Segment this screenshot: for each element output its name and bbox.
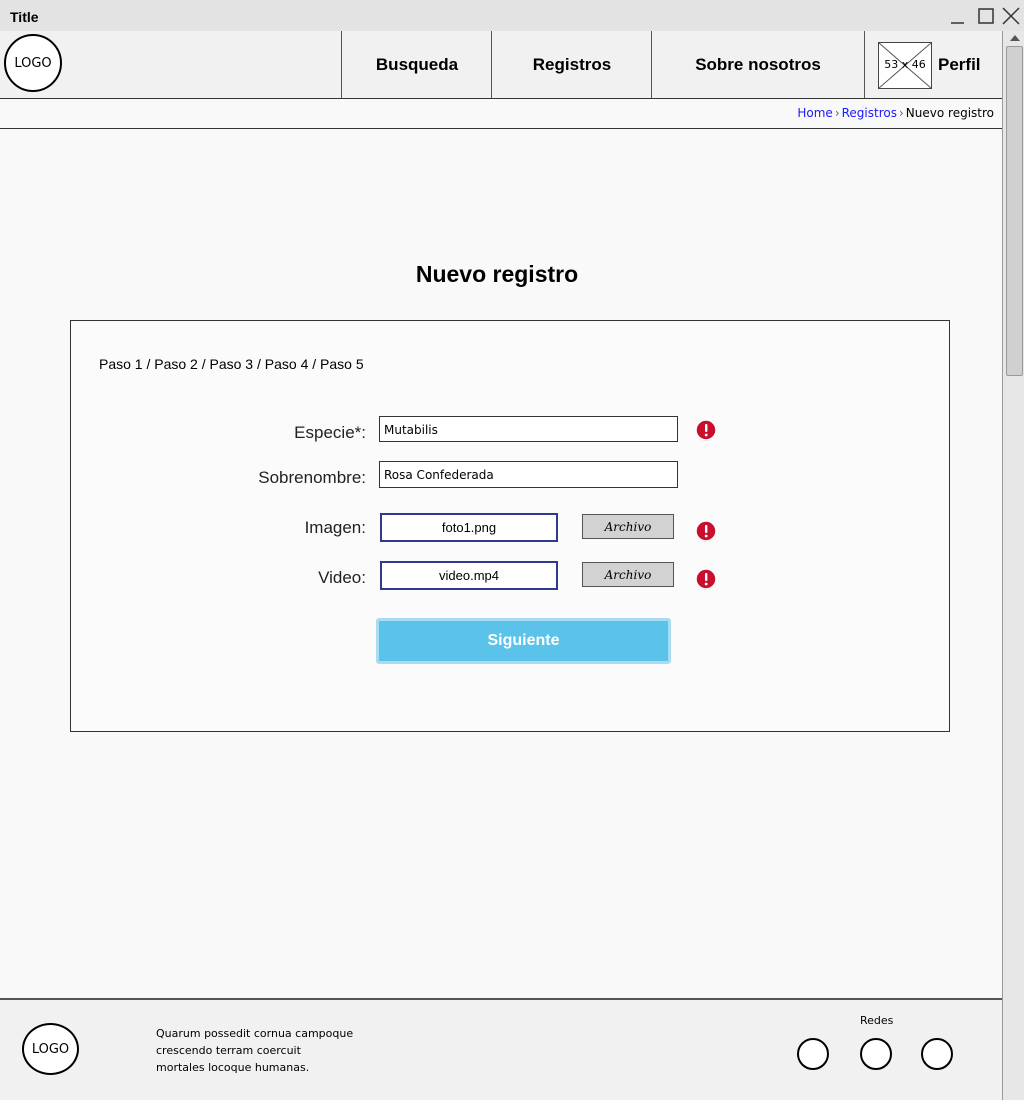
video-archivo-button[interactable]: Archivo bbox=[582, 562, 674, 587]
breadcrumb: Home › Registros › Nuevo registro bbox=[797, 106, 994, 120]
especie-label: Especie*: bbox=[294, 423, 366, 442]
nav-sobre-nosotros[interactable]: Sobre nosotros bbox=[651, 31, 865, 98]
error-icon bbox=[695, 419, 717, 441]
video-file-field[interactable]: video.mp4 bbox=[380, 561, 558, 590]
social-heading: Redes bbox=[860, 1014, 894, 1027]
site-footer bbox=[0, 998, 1002, 1100]
nav-busqueda[interactable]: Busqueda bbox=[341, 31, 492, 98]
minimize-icon[interactable] bbox=[948, 6, 968, 26]
imagen-archivo-label: Archivo bbox=[604, 519, 652, 534]
nav-busqueda-label: Busqueda bbox=[375, 54, 459, 74]
error-icon bbox=[695, 520, 717, 542]
video-label: Video: bbox=[318, 568, 366, 587]
footer-description: Quarum possedit cornua campoque crescend… bbox=[156, 1025, 376, 1076]
profile-image-size-text: 53 x 46 bbox=[884, 58, 926, 71]
nav-sobre-nosotros-label: Sobre nosotros bbox=[695, 54, 821, 74]
profile-image-placeholder: 53 x 46 bbox=[878, 42, 932, 89]
breadcrumb-registros[interactable]: Registros bbox=[842, 106, 897, 120]
sobrenombre-label: Sobrenombre: bbox=[258, 468, 366, 487]
nav-registros-label: Registros bbox=[532, 54, 612, 74]
scrollbar-thumb[interactable] bbox=[1006, 46, 1023, 376]
imagen-archivo-button[interactable]: Archivo bbox=[582, 514, 674, 539]
header-logo[interactable]: LOGO bbox=[4, 34, 62, 92]
header-logo-text: LOGO bbox=[14, 55, 52, 71]
imagen-file-field[interactable]: foto1.png bbox=[380, 513, 558, 542]
footer-logo[interactable]: LOGO bbox=[22, 1023, 79, 1075]
social-icon[interactable] bbox=[921, 1038, 953, 1070]
footer-text-line: Quarum possedit cornua campoque bbox=[156, 1027, 354, 1040]
nav-registros[interactable]: Registros bbox=[491, 31, 652, 98]
breadcrumb-home[interactable]: Home bbox=[797, 106, 832, 120]
step-indicator: Paso 1 / Paso 2 / Paso 3 / Paso 4 / Paso… bbox=[99, 356, 364, 372]
social-icon[interactable] bbox=[860, 1038, 892, 1070]
footer-text-line: crescendo terram coercuit bbox=[156, 1044, 301, 1057]
window-title: Title bbox=[10, 9, 39, 25]
breadcrumb-separator-icon: › bbox=[834, 106, 840, 120]
sobrenombre-field[interactable]: Rosa Confederada bbox=[379, 461, 678, 488]
footer-logo-text: LOGO bbox=[31, 1041, 70, 1057]
breadcrumb-separator-icon: › bbox=[898, 106, 904, 120]
footer-text-line: mortales locoque humanas. bbox=[156, 1061, 310, 1074]
especie-field[interactable]: Mutabilis bbox=[379, 416, 678, 442]
scroll-up-icon[interactable] bbox=[1008, 33, 1022, 43]
error-icon bbox=[695, 568, 717, 590]
video-archivo-label: Archivo bbox=[604, 567, 652, 582]
breadcrumb-bar: Home › Registros › Nuevo registro bbox=[0, 99, 1002, 129]
window-title-bar: Title bbox=[0, 0, 1024, 32]
profile-label: Perfil bbox=[938, 55, 981, 74]
social-icon[interactable] bbox=[797, 1038, 829, 1070]
close-icon[interactable] bbox=[1001, 6, 1021, 26]
imagen-label: Imagen: bbox=[304, 518, 366, 537]
siguiente-button[interactable]: Siguiente bbox=[376, 618, 671, 664]
breadcrumb-current: Nuevo registro bbox=[905, 106, 994, 120]
siguiente-label: Siguiente bbox=[487, 632, 560, 649]
profile-menu[interactable]: 53 x 46 Perfil bbox=[863, 31, 1002, 98]
maximize-icon[interactable] bbox=[976, 6, 996, 26]
site-header: LOGO Busqueda Registros Sobre nosotros 5… bbox=[0, 31, 1002, 99]
page-title: Nuevo registro bbox=[415, 261, 579, 287]
